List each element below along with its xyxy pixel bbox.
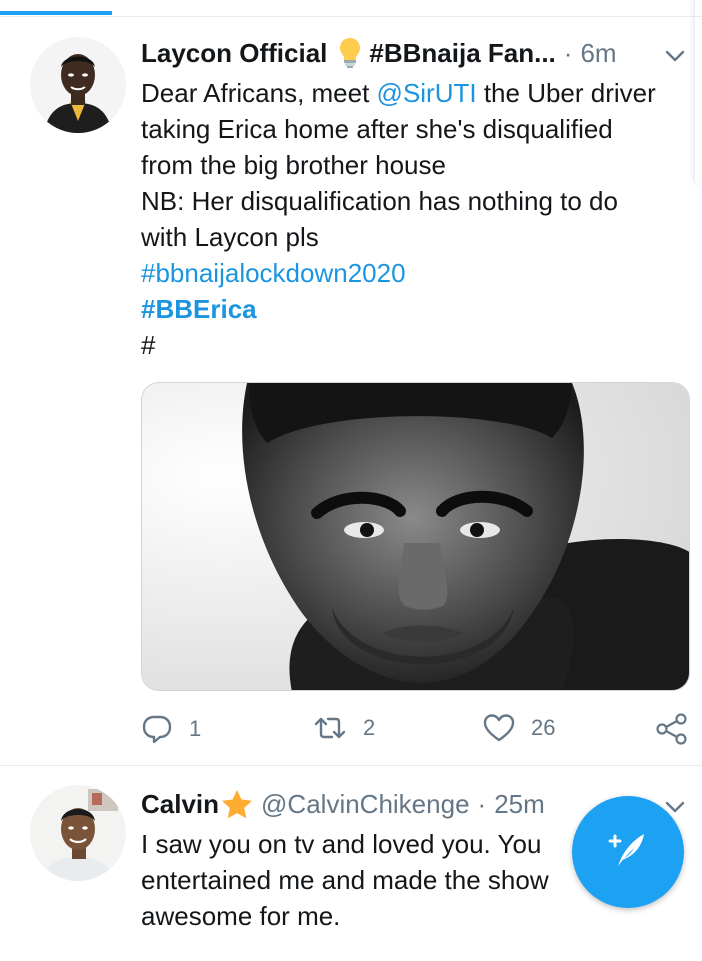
separator-dot: · [477, 788, 487, 819]
separator-dot: · [563, 37, 573, 68]
mention-link[interactable]: @SirUTI [377, 78, 477, 108]
compose-tweet-button[interactable] [572, 796, 684, 908]
tweet-text: Dear Africans, meet @SirUTI the Uber dri… [141, 75, 691, 363]
tweet-text-line: # [141, 330, 156, 360]
retweet-icon [313, 713, 347, 743]
reply-button[interactable]: 1 [141, 713, 201, 745]
hashtag-link[interactable]: #BBErica [141, 291, 691, 327]
tweet-header: Laycon Official #BBnaija Fan... · 6m [141, 35, 688, 71]
tweet-actions: 1 2 26 [141, 713, 691, 747]
tweet-text-line: with Laycon pls [141, 222, 319, 252]
author-name[interactable]: Calvin [141, 789, 219, 820]
share-icon [655, 713, 689, 745]
tweet-photo[interactable] [141, 382, 690, 691]
tweet-text-line: Dear Africans, meet @SirUTI the Uber dri… [141, 78, 656, 108]
hashtag-link[interactable]: #bbnaijalockdown2020 [141, 255, 691, 291]
like-count: 26 [531, 715, 556, 740]
tweet-text-line: taking Erica home after she's disqualifi… [141, 114, 613, 144]
retweet-count: 2 [363, 715, 376, 740]
star-icon [221, 789, 253, 819]
reply-count: 1 [189, 716, 202, 741]
avatar[interactable] [30, 37, 126, 133]
reply-icon [141, 713, 173, 745]
tweet-timestamp[interactable]: 6m [580, 38, 616, 69]
heart-icon [483, 713, 515, 743]
active-tab-indicator [0, 11, 112, 15]
avatar[interactable] [30, 785, 126, 881]
tweet-timestamp[interactable]: 25m [494, 789, 545, 820]
tweet[interactable]: Laycon Official #BBnaija Fan... · 6m Dea… [0, 17, 702, 766]
tweet-text-line: from the big brother house [141, 150, 446, 180]
compose-tweet-icon [604, 826, 652, 879]
author-name[interactable]: Laycon Official [141, 38, 327, 69]
lightbulb-icon [339, 37, 361, 69]
author-handle[interactable]: #BBnaija Fan... [369, 38, 555, 69]
tweet-text-line: NB: Her disqualification has nothing to … [141, 186, 618, 216]
like-button[interactable]: 26 [483, 713, 555, 743]
share-button[interactable] [655, 713, 689, 745]
author-handle[interactable]: @CalvinChikenge [261, 789, 470, 820]
retweet-button[interactable]: 2 [313, 713, 375, 743]
chevron-down-icon[interactable] [664, 43, 686, 74]
